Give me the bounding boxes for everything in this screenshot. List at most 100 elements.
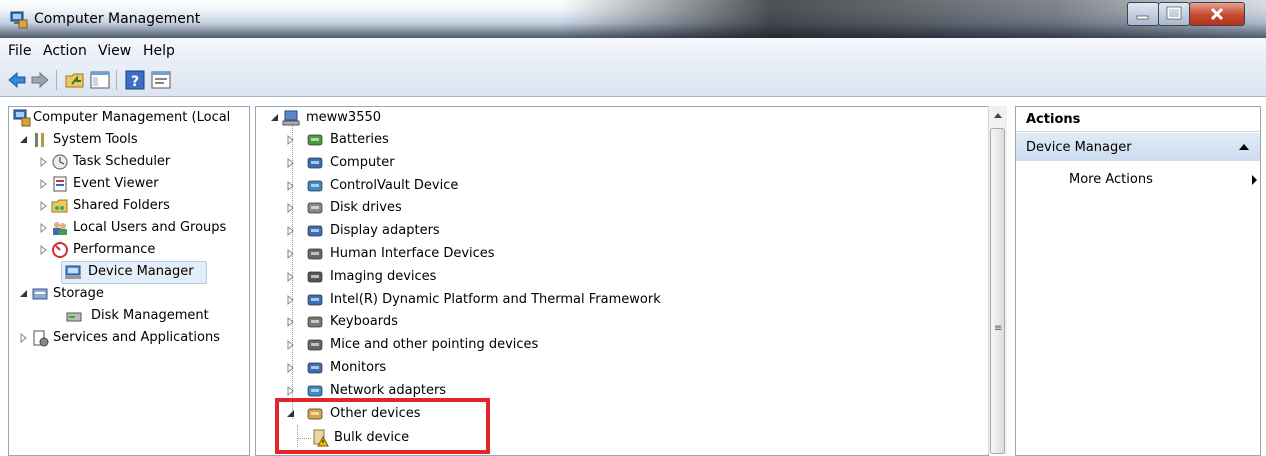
device-category-label: Mice and other pointing devices — [330, 337, 539, 353]
device-category-label: Keyboards — [330, 314, 398, 330]
mouse-icon — [307, 339, 323, 351]
computer-icon — [307, 157, 323, 169]
expanded-arrow-icon[interactable] — [270, 113, 280, 123]
device-category-keyboard[interactable]: Keyboards — [256, 311, 986, 333]
title-bar[interactable]: Computer Management — [0, 0, 1266, 38]
tree-item-shared-folders[interactable]: Shared Folders — [9, 195, 249, 217]
device-category-label: Monitors — [330, 360, 387, 375]
expanded-arrow-icon[interactable] — [19, 135, 29, 145]
tree-item-performance[interactable]: Performance — [9, 239, 249, 261]
tree-label: Local Users and Groups — [73, 220, 227, 235]
up-folder-icon[interactable] — [64, 69, 86, 91]
svg-text:?: ? — [131, 74, 139, 90]
display-adapter-icon — [307, 225, 323, 237]
collapsed-arrow-icon[interactable] — [39, 223, 49, 233]
device-category-label: Intel(R) Dynamic Platform and Thermal Fr… — [330, 291, 661, 307]
computer-management-icon — [10, 11, 28, 29]
tree-item-services[interactable]: Services and Applications — [9, 327, 249, 349]
tree-item-device-manager[interactable]: Device Manager — [61, 261, 207, 284]
console-tree[interactable]: Computer Management (Local System Tools … — [8, 106, 250, 456]
computer-management-icon — [13, 109, 31, 127]
event-log-icon — [53, 176, 67, 192]
tree-label: Disk Management — [91, 308, 209, 323]
scroll-thumb[interactable]: ≡ — [990, 128, 1005, 454]
tree-label: Performance — [73, 242, 156, 257]
close-button[interactable] — [1189, 2, 1245, 26]
collapsed-arrow-icon[interactable] — [39, 245, 49, 255]
back-arrow-icon[interactable] — [6, 69, 28, 91]
battery-icon — [307, 134, 323, 146]
actions-pane: Actions Device Manager More Actions — [1015, 106, 1261, 456]
collapsed-arrow-icon[interactable] — [286, 271, 296, 282]
minimize-button[interactable] — [1127, 2, 1159, 26]
device-category-label: Imaging devices — [330, 268, 437, 284]
collapsed-arrow-icon[interactable] — [39, 179, 49, 189]
menu-file[interactable]: File — [8, 43, 31, 59]
device-category-hid[interactable]: Human Interface Devices — [256, 243, 986, 265]
device-category-controlvault[interactable]: ControlVault Device — [256, 175, 986, 197]
collapsed-arrow-icon[interactable] — [286, 363, 296, 373]
device-category-label: Network adapters — [330, 382, 447, 398]
tree-item-storage[interactable]: Storage — [9, 283, 249, 305]
tools-icon — [35, 133, 44, 147]
device-category-battery[interactable]: Batteries — [256, 129, 986, 151]
submenu-arrow-icon — [1252, 175, 1257, 185]
device-category-intel-dptf[interactable]: Intel(R) Dynamic Platform and Thermal Fr… — [256, 289, 986, 311]
tree-label: Storage — [53, 286, 104, 301]
performance-icon — [52, 242, 68, 258]
collapsed-arrow-icon[interactable] — [286, 180, 296, 191]
expanded-arrow-icon[interactable] — [19, 289, 29, 299]
tree-item-task-scheduler[interactable]: Task Scheduler — [9, 151, 249, 173]
help-icon[interactable]: ? — [124, 69, 146, 91]
tree-item-system-tools[interactable]: System Tools — [9, 129, 249, 151]
tree-item-local-users[interactable]: Local Users and Groups — [9, 217, 249, 239]
device-root[interactable]: meww3550 — [256, 107, 986, 129]
device-category-monitor[interactable]: Monitors — [256, 357, 986, 379]
tree-item-event-viewer[interactable]: Event Viewer — [9, 173, 249, 195]
tree-item-computer-management[interactable]: Computer Management (Local — [9, 107, 249, 129]
controlvault-icon — [307, 180, 323, 191]
collapsed-arrow-icon[interactable] — [286, 249, 296, 259]
collapsed-arrow-icon[interactable] — [39, 201, 49, 211]
device-category-mouse[interactable]: Mice and other pointing devices — [256, 334, 986, 356]
device-category-computer[interactable]: Computer — [256, 152, 986, 174]
collapsed-arrow-icon[interactable] — [19, 333, 29, 343]
scroll-up-arrow-icon[interactable] — [992, 110, 1004, 120]
monitor-icon — [307, 362, 323, 374]
collapsed-arrow-icon[interactable] — [286, 385, 296, 396]
collapse-up-icon[interactable] — [1238, 143, 1250, 151]
device-category-imaging[interactable]: Imaging devices — [256, 266, 986, 288]
menu-bar: File Action View Help — [0, 38, 1266, 65]
device-manager-icon — [65, 265, 81, 279]
maximize-button[interactable] — [1158, 2, 1190, 26]
more-actions-label: More Actions — [1069, 172, 1153, 187]
tree-label: Task Scheduler — [73, 154, 171, 169]
tree-item-disk-management[interactable]: Disk Management — [9, 305, 249, 327]
collapsed-arrow-icon[interactable] — [286, 226, 296, 237]
more-actions-item[interactable]: More Actions — [1016, 169, 1260, 191]
scroll-grip-icon: ≡ — [994, 323, 1003, 334]
collapsed-arrow-icon[interactable] — [286, 203, 296, 214]
menu-view[interactable]: View — [98, 43, 131, 59]
vertical-scrollbar[interactable]: ≡ — [988, 106, 1007, 454]
forward-arrow-icon[interactable] — [29, 69, 51, 91]
collapsed-arrow-icon[interactable] — [286, 317, 296, 328]
menu-help[interactable]: Help — [143, 43, 175, 59]
users-icon — [53, 222, 67, 235]
device-category-label: Batteries — [330, 132, 389, 147]
tree-label: Event Viewer — [73, 176, 159, 191]
collapsed-arrow-icon[interactable] — [39, 157, 49, 167]
disk-icon — [66, 312, 82, 322]
menu-action[interactable]: Action — [43, 43, 87, 59]
show-hide-console-tree-icon[interactable] — [89, 69, 111, 91]
collapsed-arrow-icon[interactable] — [286, 157, 296, 168]
collapsed-arrow-icon[interactable] — [286, 294, 296, 305]
collapsed-arrow-icon[interactable] — [286, 135, 296, 145]
properties-icon[interactable] — [150, 69, 172, 91]
device-category-display-adapter[interactable]: Display adapters — [256, 220, 986, 242]
actions-title: Actions — [1026, 112, 1081, 127]
collapsed-arrow-icon[interactable] — [286, 340, 296, 351]
actions-section-device-manager[interactable]: Device Manager — [1016, 133, 1260, 161]
device-category-disk-drive[interactable]: Disk drives — [256, 197, 986, 219]
tree-label: Computer Management (Local — [33, 110, 231, 125]
